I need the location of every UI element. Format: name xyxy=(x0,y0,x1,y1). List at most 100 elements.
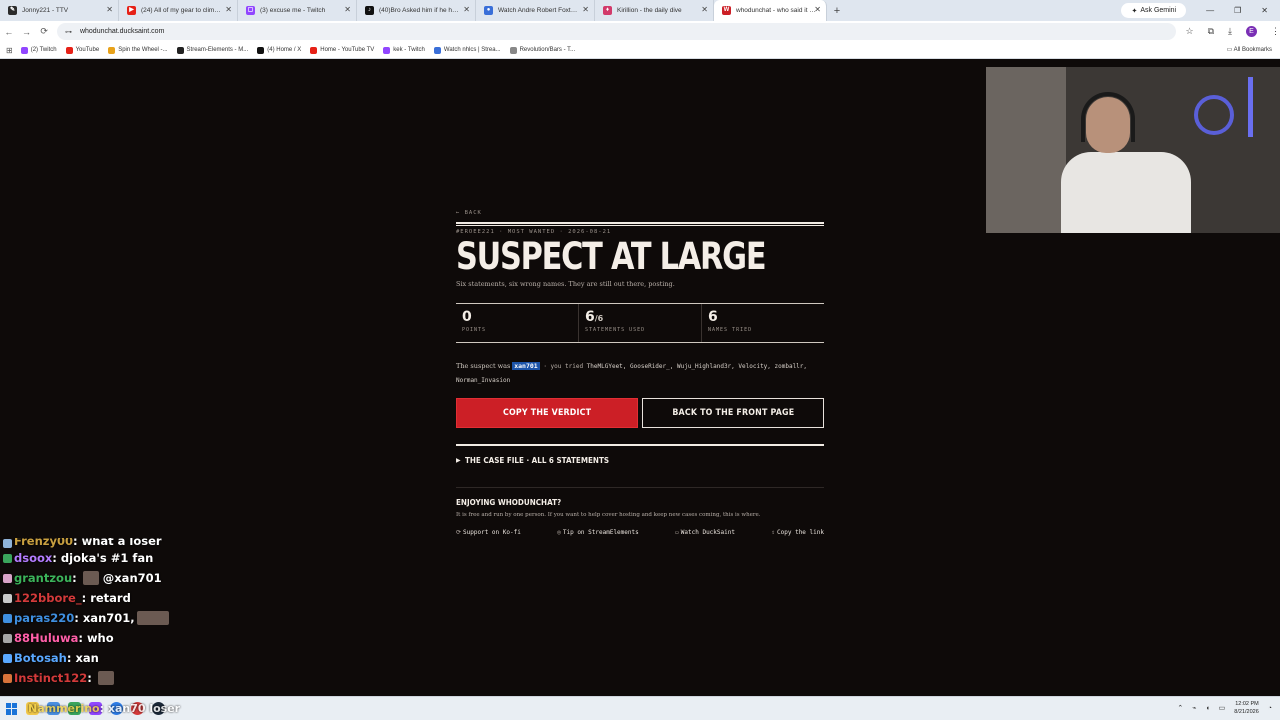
close-window-icon[interactable]: ✕ xyxy=(1261,6,1268,15)
volume-icon[interactable]: ◖ xyxy=(1205,705,1209,712)
maximize-icon[interactable]: ❐ xyxy=(1234,6,1241,15)
chat-username: Instinct122 xyxy=(14,671,88,685)
chat-overlay: Frenzy00: what a loser dsoox: djoka's #1 … xyxy=(0,538,300,688)
chat-message: grantzou: @xan701 xyxy=(0,568,300,588)
ask-gemini-button[interactable]: ✦ Ask Gemini xyxy=(1121,3,1187,18)
stats-row: 0 POINTS 6/6 STATEMENTS USED 6 NAMES TRI… xyxy=(456,302,824,343)
chat-message: dsoox: djoka's #1 fan xyxy=(0,548,300,568)
bookmark-favicon-icon xyxy=(509,46,517,54)
chat-badge-icon xyxy=(3,653,12,663)
support-link[interactable]: ⟳ Support on Ko-fi xyxy=(456,529,521,536)
bookmark-favicon-icon xyxy=(176,46,184,54)
chat-username: dsoox xyxy=(14,551,53,565)
chat-text: what a loser xyxy=(81,538,162,548)
back-nav-icon[interactable]: ← xyxy=(0,27,18,37)
clock[interactable]: 12:02 PM 8/21/2026 xyxy=(1234,700,1258,716)
bookmark-item[interactable]: Spin the Wheel -... xyxy=(108,46,168,54)
front-page-button[interactable]: BACK TO THE FRONT PAGE xyxy=(642,397,824,428)
browser-menu-icon[interactable]: ⋮ xyxy=(1271,26,1280,37)
tab-close-icon[interactable]: ✕ xyxy=(344,5,351,14)
chat-username: 88Huluwa xyxy=(14,631,79,645)
extensions-icon[interactable]: ⧉ xyxy=(1208,26,1214,37)
tab-close-icon[interactable]: ✕ xyxy=(463,5,470,14)
browser-tab[interactable]: ▢ (3) excuse me - Twitch ✕ xyxy=(238,0,357,21)
link-icon: ⟳ xyxy=(456,528,462,536)
url-input[interactable]: ⊶ whodunchat.ducksaint.com xyxy=(56,23,1176,40)
bookmark-favicon-icon xyxy=(257,46,265,54)
bookmark-item[interactable]: (4) Home / X xyxy=(257,46,301,54)
tab-close-icon[interactable]: ✕ xyxy=(225,5,232,14)
forward-nav-icon[interactable]: → xyxy=(18,27,36,37)
os-taskbar: Nammerino: xan70 loser ⌃ ⌁ ◖ ▭ 12:02 PM … xyxy=(0,696,1280,720)
chat-badge-icon xyxy=(3,553,12,563)
bookmark-item[interactable]: Revolution/Bars - T... xyxy=(509,46,575,54)
bookmark-item[interactable]: Home - YouTube TV xyxy=(310,46,374,54)
bookmark-favicon-icon xyxy=(108,46,116,54)
copy-verdict-button[interactable]: COPY THE VERDICT xyxy=(456,397,638,428)
chat-username: Frenzy00 xyxy=(14,538,73,548)
chat-badge-icon xyxy=(3,633,12,643)
profile-avatar[interactable]: E xyxy=(1246,26,1257,37)
tab-close-icon[interactable]: ✕ xyxy=(582,5,589,14)
bookmark-star-icon[interactable]: ☆ xyxy=(1186,26,1194,37)
chat-emote xyxy=(97,671,114,685)
browser-tab[interactable]: ♪ (40)Bro Asked him if he had a ✕ xyxy=(357,0,476,21)
bookmark-item[interactable]: Stream-Elements - M... xyxy=(176,46,248,54)
case-file-toggle[interactable]: ▶ THE CASE FILE · ALL 6 STATEMENTS xyxy=(456,456,824,465)
double-rule xyxy=(456,222,824,226)
notifications-icon[interactable]: ◔ xyxy=(1268,705,1272,712)
browser-tab[interactable]: ● Watch Andre Robert Foxtner Jr ✕ xyxy=(476,0,595,21)
chat-text: xan xyxy=(75,651,99,665)
disclosure-triangle-icon: ▶ xyxy=(456,456,461,464)
bookmark-item[interactable]: YouTube xyxy=(65,46,99,54)
bookmark-item[interactable]: kek - Twitch xyxy=(383,46,425,54)
action-buttons: COPY THE VERDICT BACK TO THE FRONT PAGE xyxy=(456,397,824,428)
tab-close-icon[interactable]: ✕ xyxy=(701,5,708,14)
reload-icon[interactable]: ⟳ xyxy=(35,26,53,37)
bookmark-favicon-icon xyxy=(383,46,391,54)
chat-username: grantzou xyxy=(14,571,73,585)
folder-icon: ▭ xyxy=(1226,47,1234,53)
browser-tab[interactable]: ▶ (24) All of my gear to climb Mc ✕ xyxy=(119,0,238,21)
bookmark-item[interactable]: Watch nhlcs | Strea... xyxy=(433,46,501,54)
back-link[interactable]: ← BACK xyxy=(456,210,824,216)
link-icon: ◎ xyxy=(557,528,561,536)
verdict-text: The suspect was xan701 · you tried TheML… xyxy=(456,361,808,384)
stat-names-tried: 6 NAMES TRIED xyxy=(701,303,824,342)
new-tab-icon[interactable]: + xyxy=(827,0,847,21)
tab-favicon-icon: ✎ xyxy=(8,6,17,15)
bookmark-favicon-icon xyxy=(65,46,73,54)
tab-close-icon[interactable]: ✕ xyxy=(106,5,113,14)
all-bookmarks-button[interactable]: ▭ All Bookmarks xyxy=(1227,46,1272,53)
chat-message: Frenzy00: what a loser xyxy=(0,538,300,548)
chat-message: Botosah: xan xyxy=(0,648,300,668)
support-link[interactable]: ▭ Watch DuckSaint xyxy=(675,529,735,536)
minimize-icon[interactable]: — xyxy=(1206,6,1214,15)
bookmark-item[interactable]: (2) Twitch xyxy=(20,46,57,54)
browser-tab[interactable]: ✎ Jonny221 - TTV ✕ xyxy=(0,0,119,21)
browser-tab[interactable]: Wwhodunchat - who said it in yo ✕ xyxy=(714,0,827,21)
tab-favicon-icon: ▢ xyxy=(246,6,255,15)
chat-overlay-bottom: Nammerino: xan70 loser xyxy=(28,701,181,715)
support-heading: ENJOYING WHODUNCHAT? xyxy=(456,497,562,507)
support-link[interactable]: ◎ Tip on StreamElements xyxy=(557,529,638,536)
tray-chevron-icon[interactable]: ⌃ xyxy=(1177,704,1183,712)
page-subtitle: Six statements, six wrong names. They ar… xyxy=(456,279,675,288)
link-icon: ▭ xyxy=(675,528,679,536)
network-icon[interactable]: ⌁ xyxy=(1192,704,1196,712)
tab-favicon-icon: ● xyxy=(484,6,493,15)
apps-grid-icon[interactable]: ⊞ xyxy=(6,46,13,55)
chat-message: 88Huluwa: who xyxy=(0,628,300,648)
tab-favicon-icon: W xyxy=(722,6,731,15)
downloads-icon[interactable]: ⤓ xyxy=(1228,26,1232,37)
chat-text: who xyxy=(86,631,114,645)
support-link[interactable]: ⇪ Copy the link xyxy=(771,529,824,536)
address-bar-row: ← → ⟳ ⊶ whodunchat.ducksaint.com ☆ ⧉ ⤓ E… xyxy=(0,21,1280,42)
battery-icon[interactable]: ▭ xyxy=(1219,704,1226,712)
browser-tab[interactable]: ♦ Kirillion - the daily dive ✕ xyxy=(595,0,714,21)
support-links: ⟳ Support on Ko-fi ◎ Tip on StreamElements ▭… xyxy=(456,529,824,536)
system-tray: ⌃ ⌁ ◖ ▭ 12:02 PM 8/21/2026 ◔ xyxy=(1177,700,1272,716)
site-info-icon[interactable]: ⊶ xyxy=(65,28,72,36)
tab-close-icon[interactable]: ✕ xyxy=(814,5,821,14)
tab-label: (24) All of my gear to climb Mc xyxy=(141,7,221,14)
